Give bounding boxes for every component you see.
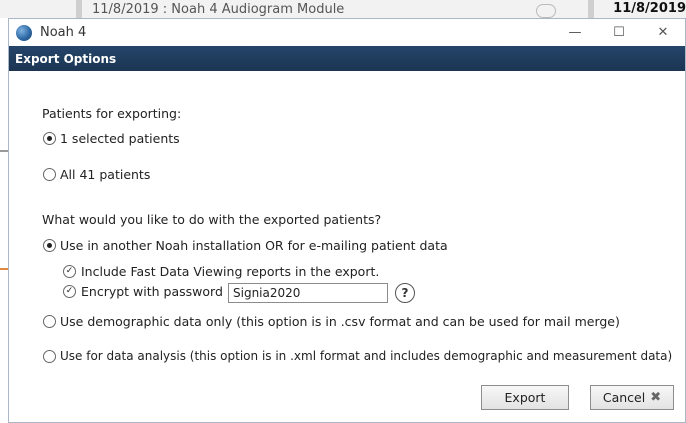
noah-logo-icon [16,24,32,41]
cancel-button[interactable]: Cancel ✖ [590,385,674,410]
background-window-title: 11/8/2019 : Noah 4 Audiogram Module [92,2,345,17]
background-date: 11/8/2019 [613,1,686,16]
background-toggle [536,4,556,18]
close-button[interactable]: ✕ [641,19,685,46]
radio-use-noah-installation[interactable] [43,239,56,252]
background-divider [588,0,594,18]
title-bar: Noah 4 — ☐ ✕ [9,19,685,46]
check-encrypt-password[interactable]: ✓ [63,285,76,298]
encrypt-password-label[interactable]: Encrypt with password [81,284,223,299]
minimize-button[interactable]: — [553,19,597,46]
radio-demographic-only[interactable] [43,315,56,328]
check-include-fast-data[interactable]: ✓ [63,265,76,278]
usage-label: What would you like to do with the expor… [42,212,382,227]
dialog-content: Patients for exporting: 1 selected patie… [9,71,685,422]
radio-all-patients-label[interactable]: All 41 patients [60,167,150,182]
background-divider [76,0,82,18]
dialog-header: Export Options [9,46,685,71]
window-title: Noah 4 [40,25,87,40]
include-fast-data-label[interactable]: Include Fast Data Viewing reports in the… [81,264,379,279]
background-mark [0,150,8,152]
radio-data-analysis-label[interactable]: Use for data analysis (this option is in… [60,349,672,363]
radio-demographic-only-label[interactable]: Use demographic data only (this option i… [60,314,620,329]
cancel-button-label: Cancel [602,390,646,405]
export-options-dialog: Noah 4 — ☐ ✕ Export Options Patients for… [8,18,686,423]
background-app-strip: 11/8/2019 : Noah 4 Audiogram Module 11/8… [0,0,686,18]
radio-selected-patients-label[interactable]: 1 selected patients [60,131,180,146]
radio-all-patients[interactable] [43,168,56,181]
cancel-x-icon: ✖ [650,390,662,405]
window-controls: — ☐ ✕ [553,19,685,46]
patients-label: Patients for exporting: [42,106,182,121]
radio-use-noah-installation-label[interactable]: Use in another Noah installation OR for … [60,238,448,253]
export-button[interactable]: Export [481,385,569,410]
password-input[interactable] [228,283,388,303]
help-icon[interactable]: ? [395,283,415,303]
radio-data-analysis[interactable] [43,350,56,363]
radio-selected-patients[interactable] [43,132,56,145]
maximize-button[interactable]: ☐ [597,19,641,46]
background-mark [0,268,8,270]
